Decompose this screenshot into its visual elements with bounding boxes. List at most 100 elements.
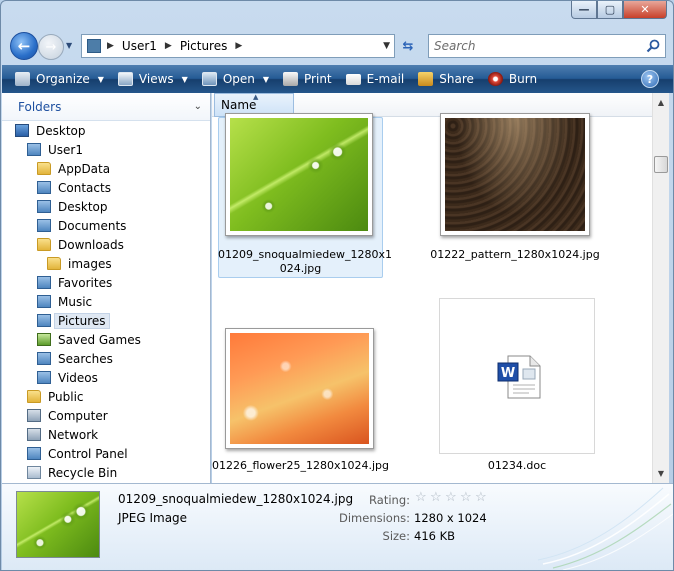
chevron-down-icon: ▼: [262, 74, 270, 84]
chevron-down-icon: ▼: [181, 74, 188, 84]
leaf-dew-image: [230, 118, 368, 231]
views-button[interactable]: Views ▼: [111, 67, 195, 91]
tree-item-public[interactable]: Public: [2, 387, 210, 406]
search-input[interactable]: [434, 36, 634, 56]
file-name-label[interactable]: 01226_flower25_1280x1024.jpg: [212, 459, 389, 473]
breadcrumb-separator-icon[interactable]: ▶: [107, 41, 114, 51]
open-icon: [201, 72, 217, 86]
search-box[interactable]: [428, 34, 666, 58]
tree-item-favorites[interactable]: Favorites: [2, 273, 210, 292]
help-icon: ?: [646, 72, 654, 86]
tree-item-label: Documents: [58, 218, 127, 233]
breadcrumb-user1[interactable]: User1: [122, 39, 157, 53]
maximize-icon: ▢: [604, 3, 616, 16]
tree-item-network[interactable]: Network: [2, 425, 210, 444]
tree-item-desktop[interactable]: Desktop: [2, 121, 210, 140]
tree-item-desktop[interactable]: Desktop: [2, 197, 210, 216]
tree-item-label: Pictures: [54, 312, 110, 329]
print-button[interactable]: Print: [276, 67, 339, 91]
scrollbar-thumb[interactable]: [654, 156, 668, 173]
pictures-icon: [37, 314, 51, 327]
organize-button[interactable]: Organize ▼: [8, 67, 111, 91]
preview-thumbnail: [16, 491, 100, 558]
svg-text:W: W: [501, 366, 515, 381]
tree-item-label: Network: [48, 427, 99, 442]
tree-item-computer[interactable]: Computer: [2, 406, 210, 425]
tree-item-downloads[interactable]: Downloads: [2, 235, 210, 254]
file-thumbnail[interactable]: [440, 113, 590, 236]
recent-pages-dropdown[interactable]: ▼: [66, 41, 72, 50]
print-label: Print: [304, 72, 332, 86]
open-label: Open: [222, 72, 255, 86]
file-thumbnail[interactable]: [225, 328, 374, 449]
rating-stars[interactable]: ☆ ☆ ☆ ☆ ☆: [415, 490, 490, 505]
tree-item-documents[interactable]: Documents: [2, 216, 210, 235]
email-button[interactable]: E-mail: [339, 67, 412, 91]
folders-header-label: Folders: [18, 99, 62, 114]
tree-item-label: images: [68, 256, 112, 271]
tree-item-label: Computer: [48, 408, 108, 423]
folder-icon: [37, 238, 51, 251]
recycle-bin-icon: [27, 466, 41, 479]
chevron-down-icon: ⌄: [193, 101, 202, 112]
maximize-button[interactable]: ▢: [597, 1, 623, 19]
address-bar[interactable]: ▶ User1 ▶ Pictures ▶ ▼: [81, 34, 395, 58]
views-icon: [117, 72, 133, 86]
caption-buttons: — ▢ ✕: [571, 1, 667, 19]
tree-item-images[interactable]: images: [2, 254, 210, 273]
command-bar: Organize ▼ Views ▼ Open ▼ Print E-mail S…: [2, 65, 673, 93]
tree-item-control-panel[interactable]: Control Panel: [2, 444, 210, 463]
folder-icon: [27, 390, 41, 403]
file-name-label[interactable]: 01222_pattern_1280x1024.jpg: [425, 248, 605, 262]
star-icon[interactable]: ☆: [430, 490, 445, 505]
scroll-down-icon[interactable]: ▼: [653, 465, 669, 482]
desktop-folder-icon: [37, 200, 51, 213]
share-button[interactable]: Share: [411, 67, 481, 91]
open-button[interactable]: Open ▼: [195, 67, 276, 91]
back-button[interactable]: ←: [10, 32, 38, 60]
tree-item-appdata[interactable]: AppData: [2, 159, 210, 178]
tree-item-user1[interactable]: User1: [2, 140, 210, 159]
contacts-icon: [37, 181, 51, 194]
tree-item-pictures[interactable]: Pictures: [2, 311, 210, 330]
help-button[interactable]: ?: [641, 70, 659, 88]
folders-header[interactable]: Folders ⌄: [2, 93, 210, 121]
search-icon[interactable]: [646, 39, 660, 53]
refresh-icon: ⇆: [402, 38, 414, 54]
scroll-up-icon[interactable]: ▲: [653, 94, 669, 111]
pattern-image: [445, 118, 585, 231]
tree-item-videos[interactable]: Videos: [2, 368, 210, 387]
breadcrumb-separator-icon[interactable]: ▶: [165, 41, 172, 51]
tree-item-recycle-bin[interactable]: Recycle Bin: [2, 463, 210, 482]
minimize-button[interactable]: —: [571, 1, 597, 19]
decorative-swoosh: [537, 487, 673, 570]
star-icon[interactable]: ☆: [415, 490, 430, 505]
star-icon[interactable]: ☆: [475, 490, 490, 505]
file-name-label[interactable]: 01209_snoqualmiedew_1280x1 024.jpg: [218, 248, 392, 276]
envelope-icon: [345, 73, 361, 85]
tree-item-label: Searches: [58, 351, 113, 366]
refresh-button[interactable]: ⇆: [397, 34, 419, 58]
tree-item-label: Downloads: [58, 237, 124, 252]
forward-button[interactable]: →: [38, 34, 64, 60]
tree-item-searches[interactable]: Searches: [2, 349, 210, 368]
tree-item-music[interactable]: Music: [2, 292, 210, 311]
tree-item-contacts[interactable]: Contacts: [2, 178, 210, 197]
searches-icon: [37, 352, 51, 365]
rating-label: Rating:: [369, 493, 410, 507]
word-document-icon: W: [497, 355, 541, 399]
file-thumbnail[interactable]: [225, 113, 373, 236]
breadcrumb-separator-icon[interactable]: ▶: [235, 41, 242, 51]
star-icon[interactable]: ☆: [460, 490, 475, 505]
close-button[interactable]: ✕: [623, 1, 667, 19]
vertical-scrollbar[interactable]: ▲ ▼: [652, 93, 669, 483]
breadcrumb-pictures[interactable]: Pictures: [180, 39, 228, 53]
star-icon[interactable]: ☆: [445, 490, 460, 505]
tree-item-saved-games[interactable]: Saved Games: [2, 330, 210, 349]
file-name-label[interactable]: 01234.doc: [439, 459, 595, 473]
address-dropdown-icon[interactable]: ▼: [383, 41, 390, 51]
tree-item-label: Saved Games: [58, 332, 141, 347]
tree-item-label: Videos: [58, 370, 98, 385]
burn-button[interactable]: Burn: [481, 67, 544, 91]
file-thumbnail[interactable]: W: [439, 298, 595, 454]
